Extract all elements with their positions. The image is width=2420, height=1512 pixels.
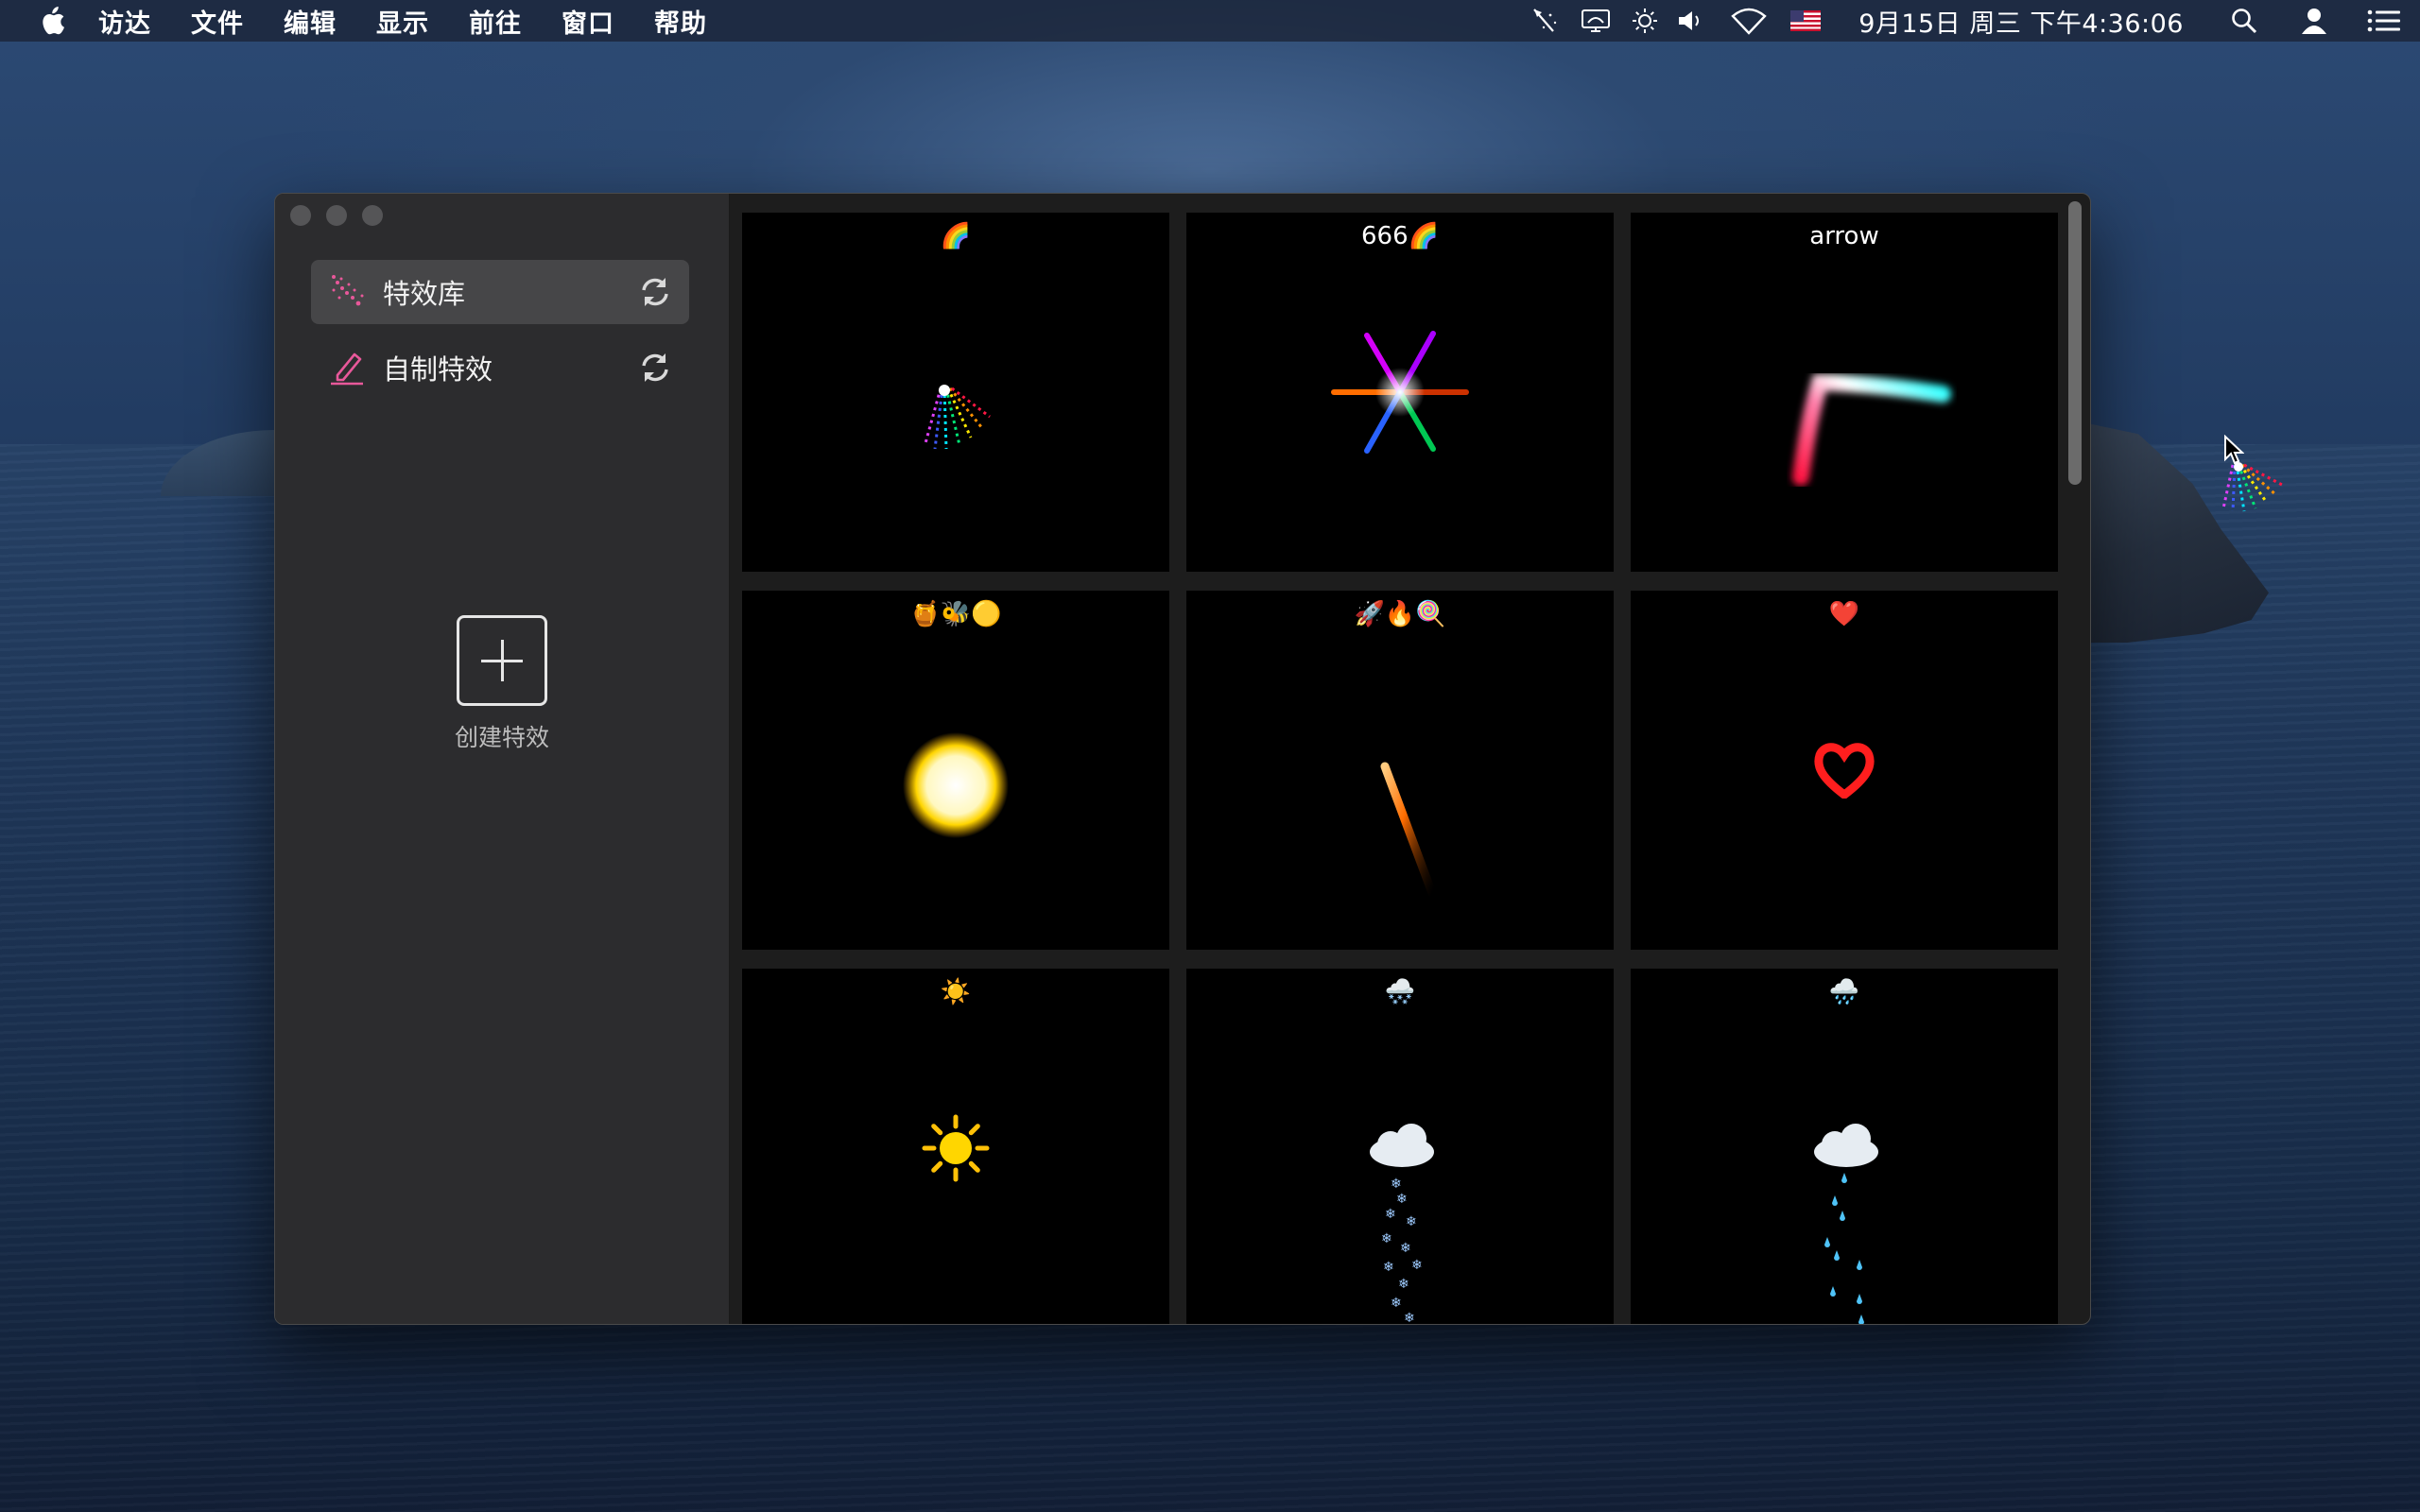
sidebar-item-custom-effects[interactable]: 自制特效 xyxy=(311,335,689,400)
svg-text:❄: ❄ xyxy=(1406,1214,1417,1229)
zoom-button[interactable] xyxy=(362,205,383,226)
effect-tile[interactable]: arrow xyxy=(1631,213,2058,572)
svg-text:❄: ❄ xyxy=(1391,1296,1402,1311)
effect-title: arrow xyxy=(1809,222,1879,250)
pencil-icon xyxy=(328,349,366,387)
sidebar-item-effect-library[interactable]: 特效库 xyxy=(311,260,689,324)
desktop-rainbow-sparkle-icon xyxy=(2218,459,2293,529)
sidebar: 特效库 自制特效 创建特效 xyxy=(275,194,730,1324)
menu-go[interactable]: 前往 xyxy=(469,3,522,40)
effect-title: ☀️ xyxy=(940,978,972,1006)
window-controls xyxy=(290,205,383,226)
effect-tile[interactable]: 🍯🐝🟡 xyxy=(742,591,1169,950)
effect-title: 666🌈 xyxy=(1361,222,1439,250)
menubar-clock[interactable]: 9月15日 周三 下午4:36:06 xyxy=(1858,3,2184,40)
menu-edit[interactable]: 编辑 xyxy=(284,3,337,40)
rocket-streak-effect-icon xyxy=(1380,762,1437,898)
star-burst-effect-icon xyxy=(1331,331,1469,454)
refresh-icon[interactable] xyxy=(636,349,674,387)
us-flag-icon[interactable] xyxy=(1789,0,1823,42)
effects-grid: 🌈 666🌈 arrow 🍯🐝🟡 🚀🔥🍭 ❤️ ☀️ 🌨️ ❄ ❄ ❄ ❄ ❄ … xyxy=(742,207,2062,1324)
effect-title: 🍯🐝🟡 xyxy=(909,600,1002,628)
effect-tile[interactable]: ☀️ xyxy=(742,969,1169,1324)
svg-text:❄: ❄ xyxy=(1385,1207,1396,1222)
svg-text:❄: ❄ xyxy=(1398,1277,1409,1292)
effect-title: 🌨️ xyxy=(1384,978,1416,1006)
refresh-icon[interactable] xyxy=(636,273,674,311)
menu-view[interactable]: 显示 xyxy=(376,3,429,40)
svg-text:❄: ❄ xyxy=(1396,1192,1408,1207)
menu-help[interactable]: 帮助 xyxy=(654,3,707,40)
sidebar-item-label: 特效库 xyxy=(383,278,466,310)
effect-tile[interactable]: ❤️ xyxy=(1631,591,2058,950)
app-window: 特效库 自制特效 创建特效 🌈 666🌈 arrow 🍯🐝🟡 🚀🔥🍭 ❤️ ☀️… xyxy=(274,193,2091,1325)
svg-text:❄: ❄ xyxy=(1411,1258,1423,1273)
svg-text:❄: ❄ xyxy=(1400,1241,1411,1256)
close-button[interactable] xyxy=(290,205,311,226)
svg-text:❄: ❄ xyxy=(1383,1260,1394,1275)
vertical-scrollbar[interactable] xyxy=(2068,201,2082,485)
snow-cloud-effect-icon: ❄❄❄ ❄❄❄❄❄❄❄❄ xyxy=(1370,1124,1434,1324)
effect-title: 🌈 xyxy=(940,222,972,250)
create-effect-label: 创建特效 xyxy=(454,724,549,751)
svg-text:❄: ❄ xyxy=(1381,1231,1392,1246)
menu-bar: 访达 文件 编辑 显示 前往 窗口 帮助 9月15日 周三 下午4:36:06 xyxy=(0,0,2420,42)
svg-text:❄: ❄ xyxy=(1391,1177,1402,1192)
volume-icon[interactable] xyxy=(1673,0,1707,42)
create-effect[interactable]: 创建特效 xyxy=(417,615,587,753)
magic-wand-icon[interactable] xyxy=(1524,0,1565,42)
menu-file[interactable]: 文件 xyxy=(191,3,244,40)
sparkle-wand-icon xyxy=(328,273,366,311)
sidebar-item-label: 自制特效 xyxy=(383,353,493,386)
effect-title: 🌧️ xyxy=(1828,978,1860,1006)
effect-tile[interactable]: 🚀🔥🍭 xyxy=(1186,591,1614,950)
control-center-icon[interactable] xyxy=(2365,0,2403,42)
glowing-sun-ball-effect-icon xyxy=(903,732,1009,838)
effect-tile[interactable]: 🌨️ ❄ ❄ ❄ ❄ ❄ ❄ ❄ ❄ ❄ ❄ ❄ xyxy=(1186,969,1614,1324)
effect-tile[interactable]: 666🌈 xyxy=(1186,213,1614,572)
apple-logo-icon[interactable] xyxy=(38,5,66,37)
effect-title: ❤️ xyxy=(1828,600,1860,628)
menu-window[interactable]: 窗口 xyxy=(562,3,614,40)
sun-effect-icon xyxy=(922,1114,990,1182)
minimize-button[interactable] xyxy=(326,205,347,226)
menu-app-name[interactable]: 访达 xyxy=(98,3,151,40)
effect-title: 🚀🔥🍭 xyxy=(1354,600,1446,628)
effect-tile[interactable]: 🌧️ xyxy=(1631,969,2058,1324)
svg-text:❄: ❄ xyxy=(1404,1311,1415,1324)
rain-cloud-effect-icon xyxy=(1814,1124,1878,1324)
rainbow-sparkle-effect-icon xyxy=(924,385,991,450)
add-effect-button[interactable] xyxy=(457,615,547,706)
heart-effect-icon xyxy=(1814,743,1875,799)
brightness-icon[interactable] xyxy=(1628,0,1662,42)
display-mirror-icon[interactable] xyxy=(1575,0,1616,42)
effect-tile[interactable]: 🌈 xyxy=(742,213,1169,572)
wifi-icon[interactable] xyxy=(1728,0,1770,42)
boomerang-trail-effect-icon xyxy=(1792,373,1951,486)
search-icon[interactable] xyxy=(2225,0,2263,42)
user-icon[interactable] xyxy=(2295,0,2333,42)
